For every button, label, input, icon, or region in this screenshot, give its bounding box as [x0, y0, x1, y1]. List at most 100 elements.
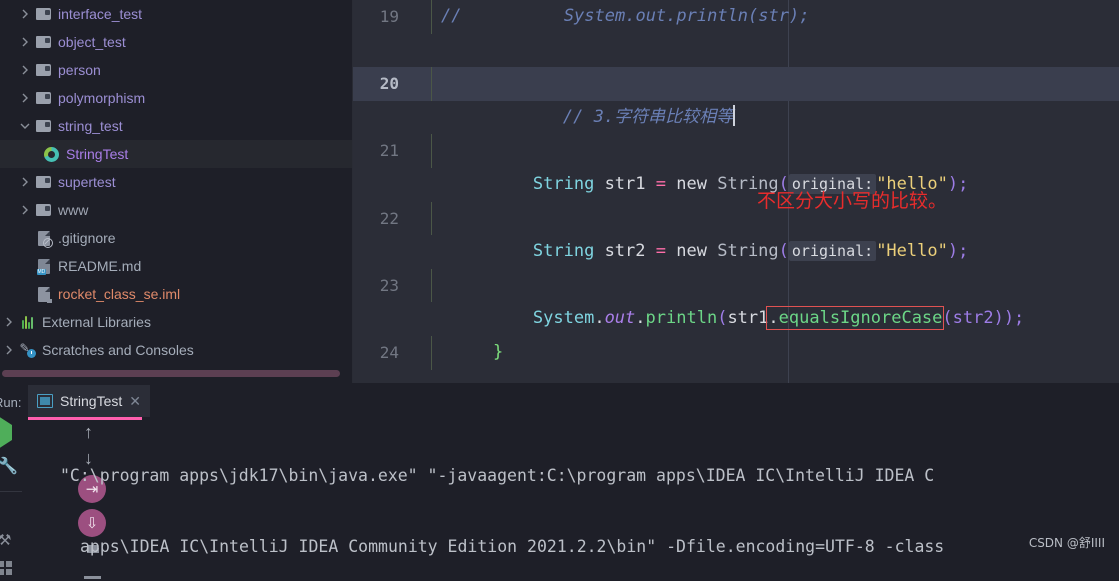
token-string: "Hello": [876, 241, 948, 262]
code-comment: // 3.字符串比较相等: [562, 106, 734, 127]
stop-button[interactable]: [0, 499, 18, 519]
fold-marker-icon[interactable]: [424, 346, 440, 362]
token-keyword: new: [676, 173, 707, 194]
chevron-right-icon[interactable]: [18, 91, 32, 105]
folder-icon: [35, 62, 52, 79]
libraries-icon: [19, 314, 36, 331]
tree-item-string_test[interactable]: string_test: [0, 112, 353, 140]
token-paren: (: [717, 308, 728, 329]
chevron-right-icon[interactable]: [18, 203, 32, 217]
red-annotation-text: 不区分大小写的比较。: [757, 190, 948, 212]
folder-icon: [35, 202, 52, 219]
folder-icon: [35, 90, 52, 107]
rerun-button[interactable]: [0, 416, 18, 449]
folder-icon: [35, 34, 52, 51]
run-tool-window[interactable]: Run: StringTest ✕ 🔧 ⚒ ↑ ↓ ⇥ ⇩: [0, 383, 1119, 575]
tree-item-supertest[interactable]: supertest: [0, 168, 353, 196]
tree-item-readme[interactable]: MD README.md: [0, 252, 353, 280]
tree-item-StringTest[interactable]: StringTest: [0, 140, 353, 168]
tree-item-label: person: [58, 62, 101, 78]
tree-item-interface_test[interactable]: interface_test: [0, 0, 353, 28]
project-tool-window[interactable]: interface_test object_test person polymo…: [0, 0, 353, 383]
chevron-right-icon[interactable]: [18, 175, 32, 189]
project-horizontal-scrollbar[interactable]: [2, 370, 340, 377]
code-content: }: [493, 341, 504, 362]
tree-item-label: interface_test: [58, 6, 143, 22]
console-output[interactable]: "C:\program apps\jdk17\bin\java.exe" "-j…: [60, 421, 1119, 557]
code-line-21[interactable]: 21 String str1 = new String(original: "he…: [353, 134, 1119, 194]
scratches-icon: ✎: [19, 342, 36, 359]
tree-item-polymorphism[interactable]: polymorphism: [0, 84, 353, 112]
line-number: 23: [379, 275, 399, 295]
token-dot: .: [768, 308, 779, 329]
token-var: str1: [604, 173, 646, 194]
code-line-24[interactable]: 24 }: [353, 335, 1119, 370]
line-number: 22: [379, 208, 399, 228]
token-dot: .: [635, 308, 646, 329]
run-tab-stringtest[interactable]: StringTest ✕: [28, 385, 150, 417]
token-class: System: [532, 308, 595, 329]
token-method: equalsIgnoreCase: [778, 308, 943, 329]
tree-item-object_test[interactable]: object_test: [0, 28, 353, 56]
token-static-field: out: [604, 308, 636, 329]
idea-window: interface_test object_test person polymo…: [0, 0, 1119, 575]
chevron-down-icon[interactable]: [18, 119, 32, 133]
tree-item-label: supertest: [58, 174, 116, 190]
markdown-icon: MD: [35, 258, 52, 275]
code-line-20[interactable]: 20 // 3.字符串比较相等: [353, 67, 1119, 127]
tree-item-label: .gitignore: [58, 230, 116, 246]
tree-item-www[interactable]: www: [0, 196, 353, 224]
close-icon[interactable]: ✕: [129, 394, 141, 408]
line-number: 24: [379, 342, 399, 362]
token-operator: =: [655, 241, 667, 262]
chevron-right-icon[interactable]: [2, 343, 16, 357]
token-receiver: str1: [727, 308, 769, 329]
tree-item-label: string_test: [58, 118, 123, 134]
tree-item-label: object_test: [58, 34, 126, 50]
run-header: Run: StringTest ✕: [0, 383, 1119, 421]
token-operator: =: [655, 173, 667, 194]
tree-item-person[interactable]: person: [0, 56, 353, 84]
fold-marker-icon[interactable]: [424, 76, 440, 92]
code-content: // System.out.println(str);: [441, 6, 810, 26]
console-icon: [37, 394, 53, 408]
code-line-19[interactable]: 19 // System.out.println(str);: [353, 0, 1119, 34]
token-ctor: String: [717, 241, 779, 262]
tree-item-gitignore[interactable]: .gitignore: [0, 224, 353, 252]
token-paren: (: [778, 241, 789, 262]
folder-icon: [35, 6, 52, 23]
code-editor[interactable]: 19 // System.out.println(str); 20 // 3.字…: [353, 0, 1119, 383]
token-args: (str2));: [942, 308, 1025, 329]
text-caret: [733, 104, 735, 126]
code-line-22[interactable]: 22 String str2 = new String(original: "He…: [353, 201, 1119, 262]
watermark: CSDN @舒IIII: [1028, 536, 1105, 550]
tree-item-scratches[interactable]: ✎ Scratches and Consoles: [0, 336, 353, 364]
chevron-right-icon[interactable]: [2, 315, 16, 329]
chevron-right-icon[interactable]: [18, 63, 32, 77]
token-keyword: new: [676, 241, 707, 262]
line-number: 19: [379, 7, 399, 26]
tree-item-label: README.md: [58, 258, 142, 274]
tree-item-label: Scratches and Consoles: [42, 342, 194, 358]
token-type: String: [532, 173, 595, 194]
gitignore-icon: [35, 230, 53, 248]
chevron-right-icon[interactable]: [18, 7, 32, 21]
layout-button[interactable]: [0, 561, 18, 581]
console-line-2: apps\IDEA IC\IntelliJ IDEA Community Edi…: [80, 537, 945, 556]
code-line-23[interactable]: 23 System.out.println(str1.equalsIgnoreC…: [353, 268, 1119, 331]
token-type: String: [532, 241, 595, 262]
chevron-right-icon[interactable]: [18, 35, 32, 49]
project-tree[interactable]: interface_test object_test person polymo…: [0, 0, 353, 364]
settings-button[interactable]: 🔧: [0, 459, 18, 479]
run-actions-toolbar[interactable]: 🔧 ⚒: [0, 416, 22, 575]
tree-item-iml[interactable]: rocket_class_se.iml: [0, 280, 353, 308]
token-tail: );: [947, 241, 969, 262]
tree-item-external-libraries[interactable]: External Libraries: [0, 308, 353, 336]
highlighted-method-box: .equalsIgnoreCase: [766, 306, 945, 331]
line-number: 20: [379, 74, 399, 94]
run-label: Run:: [0, 395, 22, 410]
console-line-1: "C:\program apps\jdk17\bin\java.exe" "-j…: [60, 466, 935, 485]
folder-icon: [35, 118, 52, 135]
folder-icon: [35, 174, 52, 191]
rerun-failed-button[interactable]: ⚒: [0, 531, 18, 551]
